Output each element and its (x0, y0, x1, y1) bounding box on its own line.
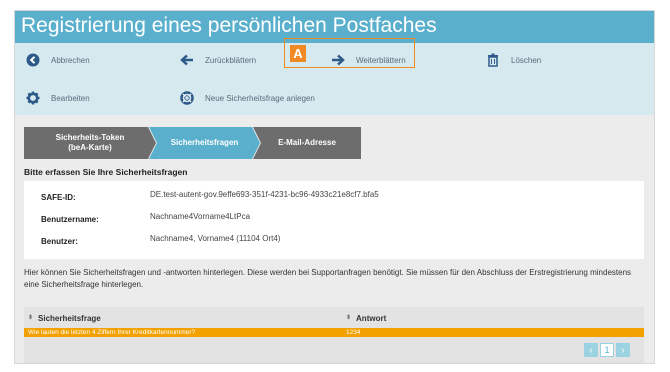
step-security-token[interactable]: Sicherheits-Token (beA-Karte) (24, 127, 156, 159)
safe-id-value: DE.test-autent-gov.9effe693-351f-4231-bc… (150, 190, 379, 199)
table-row[interactable]: Wie lauten die letzten 4 Ziffern Ihrer K… (24, 328, 644, 337)
prev-page-button[interactable]: ‹ (584, 343, 598, 357)
column-answer-label: Antwort (356, 314, 387, 323)
delete-button[interactable]: Löschen (486, 48, 541, 72)
username-row: Benutzername: Nachname4Vorname4LtPca (24, 211, 644, 229)
step-email-address[interactable]: E-Mail-Adresse (253, 127, 361, 159)
user-value: Nachname4, Vorname4 (11104 Ort4) (150, 234, 281, 243)
cancel-label: Abbrechen (51, 55, 90, 65)
safe-id-label: SAFE-ID: (41, 193, 76, 202)
user-row: Benutzer: Nachname4, Vorname4 (11104 Ort… (24, 233, 644, 251)
page-title: Registrierung eines persönlichen Postfac… (21, 14, 437, 37)
edit-button[interactable]: Bearbeiten (26, 86, 90, 110)
current-page[interactable]: 1 (600, 343, 614, 357)
pagination: ‹ 1 › (584, 343, 630, 359)
new-question-label: Neue Sicherheitsfrage anlegen (205, 93, 315, 103)
back-button[interactable]: Zurückblättern (180, 48, 256, 72)
answer-cell: 1234 (346, 329, 361, 336)
gear-icon (26, 91, 40, 105)
table-header: ⬍ Sicherheitsfrage ⬍ Antwort (24, 307, 644, 329)
next-page-button[interactable]: › (616, 343, 630, 357)
column-header-answer[interactable]: ⬍ Antwort (346, 314, 386, 323)
security-questions-table: ⬍ Sicherheitsfrage ⬍ Antwort Wie lauten … (24, 307, 644, 363)
new-question-button[interactable]: Neue Sicherheitsfrage anlegen (180, 86, 315, 110)
annotation-badge: A (290, 45, 306, 62)
account-info: SAFE-ID: DE.test-autent-gov.9effe693-351… (24, 181, 644, 259)
back-circle-icon (26, 53, 40, 67)
column-question-label: Sicherheitsfrage (38, 314, 101, 323)
delete-label: Löschen (511, 55, 542, 65)
lifebuoy-icon (180, 91, 194, 105)
question-cell: Wie lauten die letzten 4 Ziffern Ihrer K… (28, 329, 196, 336)
user-label: Benutzer: (41, 237, 78, 246)
edit-label: Bearbeiten (51, 93, 90, 103)
description-text: Hier können Sie Sicherheitsfragen und -a… (24, 268, 632, 289)
step-security-questions[interactable]: Sicherheitsfragen (149, 127, 260, 159)
safe-id-row: SAFE-ID: DE.test-autent-gov.9effe693-351… (24, 189, 644, 207)
username-value: Nachname4Vorname4LtPca (150, 212, 251, 221)
trash-icon (486, 53, 500, 67)
column-header-question[interactable]: ⬍ Sicherheitsfrage (28, 314, 101, 323)
cancel-button[interactable]: Abbrechen (26, 48, 90, 72)
arrow-left-icon (180, 53, 194, 67)
section-title: Bitte erfassen Sie Ihre Sicherheitsfrage… (24, 167, 188, 177)
sort-icon: ⬍ (28, 315, 34, 321)
username-label: Benutzername: (41, 215, 99, 224)
sort-icon: ⬍ (346, 315, 352, 321)
back-label: Zurückblättern (205, 55, 257, 65)
